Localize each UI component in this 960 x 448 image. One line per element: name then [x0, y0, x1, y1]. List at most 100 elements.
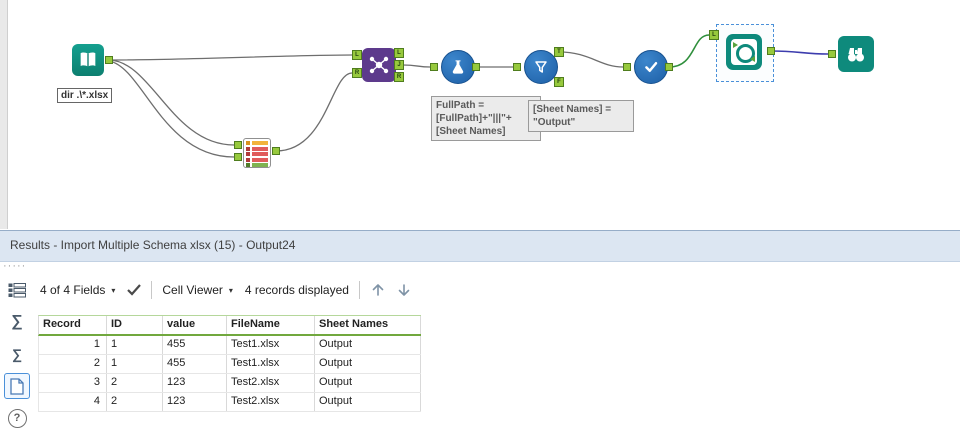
cell-record[interactable]: 1	[39, 336, 107, 354]
cell-filename[interactable]: Test1.xlsx	[227, 355, 315, 373]
formula-output-anchor[interactable]	[472, 63, 480, 71]
fields-check-icon[interactable]	[127, 284, 142, 296]
formula-tool[interactable]	[441, 50, 475, 84]
field-list-output-anchor[interactable]	[272, 147, 280, 155]
toolbar-separator	[358, 281, 360, 299]
cell-value[interactable]: 455	[163, 336, 227, 354]
join-nodes-icon	[369, 56, 389, 74]
table-row[interactable]: 2 1 455 Test1.xlsx Output	[38, 355, 421, 374]
cell-viewer-label: Cell Viewer	[162, 283, 223, 297]
cell-record[interactable]: 4	[39, 393, 107, 411]
cell-id[interactable]: 1	[107, 355, 163, 373]
wire-filter-to-select[interactable]	[558, 51, 624, 68]
records-displayed-label: 4 records displayed	[244, 283, 349, 297]
summary-sigma-icon[interactable]: ∑	[4, 341, 30, 367]
cell-value[interactable]: 123	[163, 393, 227, 411]
select-input-anchor[interactable]	[623, 63, 631, 71]
input-tool-annotation[interactable]: dir .\*.xlsx	[57, 88, 113, 103]
cell-record[interactable]: 2	[39, 355, 107, 373]
cell-viewer-dropdown[interactable]: Cell Viewer ▾	[162, 283, 232, 297]
wire-input-to-join-l[interactable]	[108, 54, 353, 61]
macro-output-anchor[interactable]	[767, 47, 775, 55]
filter-tool[interactable]	[524, 50, 558, 84]
cell-filename[interactable]: Test2.xlsx	[227, 393, 315, 411]
join-output-anchor-j[interactable]: J	[394, 60, 404, 70]
cell-sheet-names[interactable]: Output	[315, 355, 421, 373]
wire-list-to-join-r[interactable]	[275, 72, 353, 152]
macro-arrow-icon	[733, 42, 738, 48]
cell-sheet-names[interactable]: Output	[315, 393, 421, 411]
batch-macro-tool[interactable]	[726, 34, 762, 70]
fields-dropdown[interactable]: 4 of 4 Fields ▾	[40, 283, 115, 297]
filter-output-anchor-f[interactable]: F	[554, 77, 564, 87]
filter-annotation[interactable]: [Sheet Names] = "Output"	[528, 100, 634, 132]
chevron-down-icon: ▾	[228, 285, 233, 295]
open-book-icon	[80, 52, 96, 67]
cell-id[interactable]: 2	[107, 393, 163, 411]
header-filename[interactable]: FileName	[227, 316, 315, 334]
document-icon	[10, 377, 24, 395]
cell-id[interactable]: 1	[107, 336, 163, 354]
table-row[interactable]: 1 1 455 Test1.xlsx Output	[38, 336, 421, 355]
chevron-down-icon: ▾	[111, 285, 116, 295]
fields-dropdown-label: 4 of 4 Fields	[40, 283, 106, 297]
workflow-canvas[interactable]: dir .\*.xlsx L R L J R FullPath = [FullP…	[0, 0, 960, 230]
field-list-input-anchor-top[interactable]	[234, 141, 242, 149]
join-output-anchor-l[interactable]: L	[394, 48, 404, 58]
results-panel-title: Results - Import Multiple Schema xlsx (1…	[0, 231, 960, 262]
input-data-tool[interactable]	[72, 44, 104, 76]
join-output-anchor-r[interactable]: R	[394, 72, 404, 82]
wire-join-to-formula[interactable]	[402, 64, 431, 68]
funnel-icon	[535, 61, 547, 73]
select-tool[interactable]	[634, 50, 668, 84]
table-header-row: Record ID value FileName Sheet Names	[38, 315, 421, 336]
scroll-up-icon[interactable]	[370, 282, 386, 298]
cell-value[interactable]: 455	[163, 355, 227, 373]
toolbar-separator	[151, 281, 153, 299]
cell-id[interactable]: 2	[107, 374, 163, 392]
browse-input-anchor[interactable]	[828, 50, 836, 58]
scroll-down-icon[interactable]	[396, 282, 412, 298]
flask-icon	[452, 60, 464, 74]
cell-value[interactable]: 123	[163, 374, 227, 392]
formula-input-anchor[interactable]	[430, 63, 438, 71]
cell-filename[interactable]: Test1.xlsx	[227, 336, 315, 354]
input-output-anchor[interactable]	[105, 56, 113, 64]
wire-macro-to-browse[interactable]	[770, 50, 829, 55]
filter-output-anchor-t[interactable]: T	[554, 47, 564, 57]
header-value[interactable]: value	[163, 316, 227, 334]
results-panel: Results - Import Multiple Schema xlsx (1…	[0, 230, 960, 448]
filter-input-anchor[interactable]	[513, 63, 521, 71]
field-list-tool[interactable]	[243, 138, 271, 168]
macro-input-anchor-l[interactable]: L	[709, 30, 719, 40]
macro-icon	[731, 39, 757, 65]
cell-record[interactable]: 3	[39, 374, 107, 392]
header-id[interactable]: ID	[107, 316, 163, 334]
field-list-input-anchor-bottom[interactable]	[234, 153, 242, 161]
check-icon	[645, 62, 658, 72]
browse-tool[interactable]	[838, 36, 874, 72]
header-sheet-names[interactable]: Sheet Names	[315, 316, 421, 334]
cell-sheet-names[interactable]: Output	[315, 336, 421, 354]
results-table: Record ID value FileName Sheet Names 1 1…	[38, 315, 421, 412]
table-row[interactable]: 3 2 123 Test2.xlsx Output	[38, 374, 421, 393]
join-input-anchor-r[interactable]: R	[352, 68, 362, 78]
cell-sheet-names[interactable]: Output	[315, 374, 421, 392]
wire-select-to-macro[interactable]	[668, 34, 710, 68]
cell-filename[interactable]: Test2.xlsx	[227, 374, 315, 392]
header-record[interactable]: Record	[39, 316, 107, 334]
results-toolbar: 4 of 4 Fields ▾ Cell Viewer ▾ 4 records …	[40, 275, 412, 305]
formula-annotation[interactable]: FullPath = [FullPath]+"|||"+ [Sheet Name…	[431, 96, 541, 141]
profile-sigma-icon[interactable]: ∑	[4, 309, 30, 335]
cell-viewer-panel-icon[interactable]	[4, 373, 30, 399]
table-view-icon[interactable]	[4, 277, 30, 303]
help-icon[interactable]: ?	[4, 405, 30, 431]
select-output-anchor[interactable]	[665, 63, 673, 71]
macro-arrow-icon	[750, 56, 755, 62]
binoculars-icon	[848, 48, 864, 62]
results-rail: ····· ∑ ∑ ?	[0, 260, 34, 448]
table-row[interactable]: 4 2 123 Test2.xlsx Output	[38, 393, 421, 412]
join-input-anchor-l[interactable]: L	[352, 50, 362, 60]
rail-grip: ·····	[3, 260, 27, 272]
join-multiple-tool[interactable]	[362, 48, 396, 82]
